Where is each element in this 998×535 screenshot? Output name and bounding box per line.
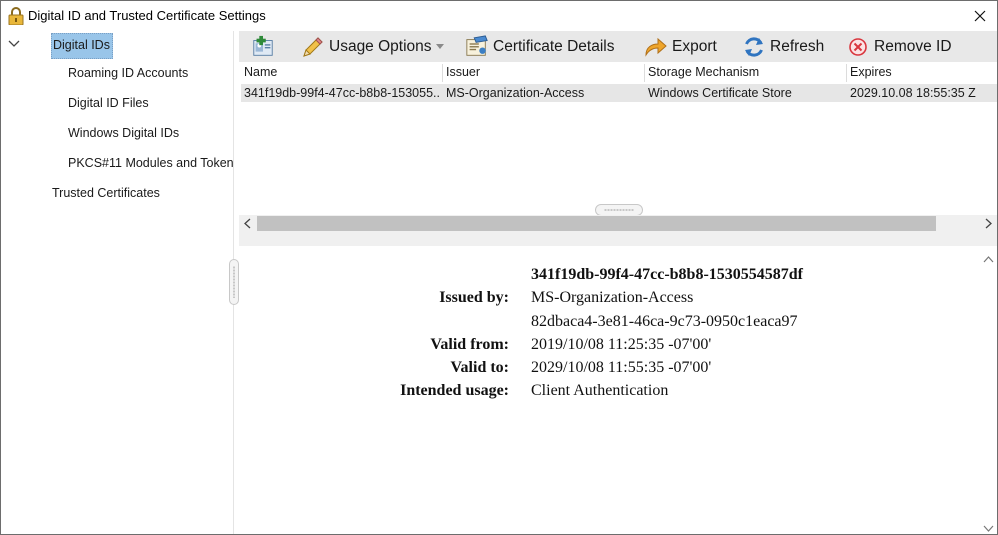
intended-usage-label: Intended usage: [400, 382, 509, 399]
certificate-details-pane: 341f19db-99f4-47cc-b8b8-1530554587df Iss… [239, 246, 997, 534]
settings-tree: Digital IDs Roaming ID Accounts Digital … [1, 31, 234, 534]
window-title: Digital ID and Trusted Certificate Setti… [28, 8, 266, 23]
cell-name: 341f19db-99f4-47cc-b8b8-153055... [244, 86, 440, 100]
certificate-details-label: Certificate Details [493, 37, 615, 55]
pencil-icon [301, 35, 325, 59]
horizontal-scrollbar[interactable] [239, 215, 997, 232]
cell-issuer: MS-Organization-Access [446, 86, 585, 100]
remove-circle-icon [846, 35, 870, 59]
intended-usage-value: Client Authentication [531, 382, 669, 399]
usage-options-label: Usage Options [329, 37, 432, 55]
dialog-window: Digital ID and Trusted Certificate Setti… [0, 0, 998, 535]
add-id-icon [251, 35, 275, 59]
vertical-splitter-handle[interactable] [229, 259, 239, 305]
certificate-icon [465, 34, 489, 59]
usage-options-button[interactable]: Usage Options [301, 31, 444, 62]
vertical-scrollbar[interactable] [980, 246, 997, 534]
digital-ids-panel: Usage Options Certificate Details Export… [239, 31, 997, 534]
tree-item-windows-digital-ids[interactable]: Windows Digital IDs [68, 126, 179, 140]
certificate-title: 341f19db-99f4-47cc-b8b8-1530554587df [531, 266, 803, 283]
export-arrow-icon [644, 35, 668, 59]
valid-to-label: Valid to: [450, 359, 509, 376]
tree-item-digital-ids[interactable]: Digital IDs [51, 33, 113, 59]
close-button[interactable] [963, 1, 997, 31]
tree-item-pkcs11-modules[interactable]: PKCS#11 Modules and Token [68, 156, 234, 170]
toolbar: Usage Options Certificate Details Export… [239, 31, 997, 62]
title-bar: Digital ID and Trusted Certificate Setti… [1, 1, 997, 31]
column-header-name[interactable]: Name [244, 65, 277, 79]
chevron-down-icon[interactable] [7, 38, 21, 50]
cell-expires: 2029.10.08 18:55:35 Z [850, 86, 976, 100]
column-header-issuer[interactable]: Issuer [446, 65, 480, 79]
scroll-down-icon[interactable] [983, 522, 994, 532]
remove-id-label: Remove ID [874, 37, 952, 55]
tree-item-roaming-id-accounts[interactable]: Roaming ID Accounts [68, 66, 188, 80]
scroll-left-icon[interactable] [243, 218, 253, 229]
issued-by-value: MS-Organization-Access [531, 289, 694, 306]
scroll-right-icon[interactable] [983, 218, 993, 229]
refresh-label: Refresh [770, 37, 825, 55]
add-id-button[interactable] [251, 31, 279, 62]
export-button[interactable]: Export [644, 31, 717, 62]
horizontal-scroll-thumb[interactable] [257, 216, 936, 231]
refresh-button[interactable]: Refresh [742, 31, 824, 62]
tree-item-digital-id-files[interactable]: Digital ID Files [68, 96, 149, 110]
column-header-storage[interactable]: Storage Mechanism [648, 65, 759, 79]
tree-item-trusted-certificates[interactable]: Trusted Certificates [52, 186, 160, 200]
certificate-details-button[interactable]: Certificate Details [465, 31, 614, 62]
issued-by-label: Issued by: [439, 289, 509, 306]
pane-divider [239, 232, 997, 246]
cell-storage: Windows Certificate Store [648, 86, 792, 100]
digital-id-table: Name Issuer Storage Mechanism Expires 34… [239, 62, 997, 215]
scroll-up-icon[interactable] [983, 252, 994, 263]
dropdown-arrow-icon [435, 44, 444, 49]
column-header-expires[interactable]: Expires [850, 65, 892, 79]
valid-to-value: 2029/10/08 11:55:35 -07'00' [531, 359, 712, 376]
valid-from-value: 2019/10/08 11:25:35 -07'00' [531, 336, 712, 353]
table-row[interactable]: 341f19db-99f4-47cc-b8b8-153055... MS-Org… [241, 84, 997, 102]
certificate-lock-icon [8, 7, 24, 26]
remove-id-button[interactable]: Remove ID [846, 31, 952, 62]
export-label: Export [672, 37, 717, 55]
refresh-icon [742, 35, 766, 59]
close-icon [974, 10, 986, 22]
issued-by-id-value: 82dbaca4-3e81-46ca-9c73-0950c1eaca97 [531, 313, 798, 330]
valid-from-label: Valid from: [430, 336, 509, 353]
